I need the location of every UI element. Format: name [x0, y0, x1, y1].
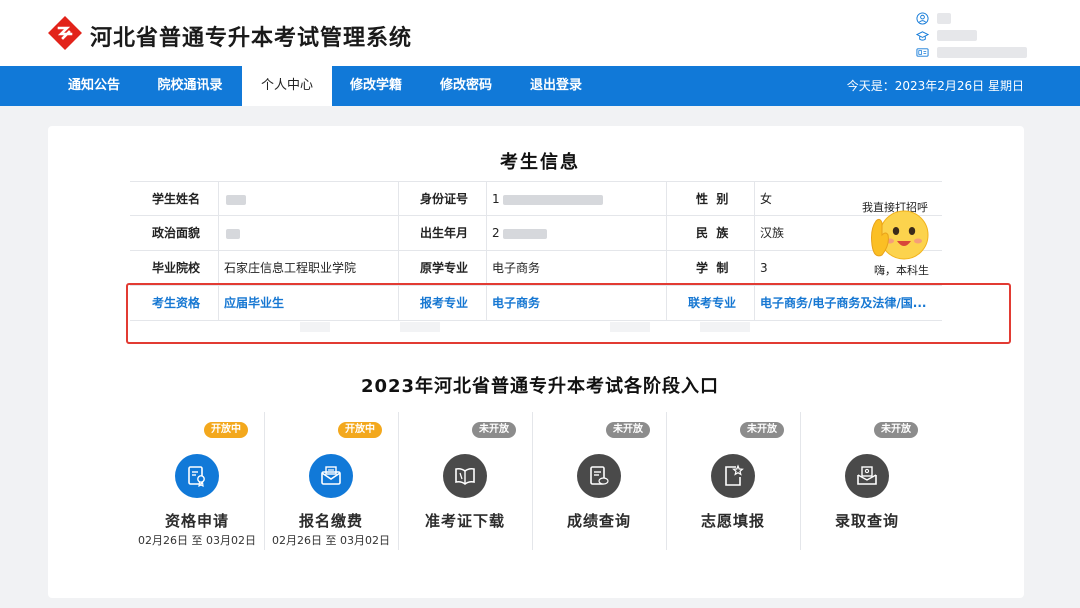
stage-registration-payment[interactable]: 开放中 报名缴费 02月26日 至 03月02日: [264, 412, 398, 550]
table-row: 学生姓名 身份证号 1 性 别 女: [130, 181, 942, 216]
status-badge: 未开放: [472, 422, 516, 438]
current-date: 今天是：2023年2月26日 星期日: [846, 79, 1024, 93]
value-gender: 女: [760, 192, 773, 206]
stage-entries: 开放中 资格申请 02月26日 至 03月02日 开放中 报名缴费 02月26日…: [130, 412, 930, 550]
main-nav: 通知公告 院校通讯录 个人中心 修改学籍 修改密码 退出登录 今天是：2023年…: [0, 66, 1080, 106]
nav-notices[interactable]: 通知公告: [56, 66, 132, 106]
stage-admission-ticket-download[interactable]: 未开放 准考证下载: [398, 412, 532, 550]
logo-icon: [48, 16, 82, 50]
label-program-length: 学 制: [696, 261, 729, 275]
highlight-box: [126, 283, 1011, 344]
political-status-redacted: [226, 228, 240, 239]
birth-date-redacted: [503, 228, 548, 239]
stages-section-title: 2023年河北省普通专升本考试各阶段入口: [360, 376, 720, 397]
stage-name: 志愿填报: [700, 512, 765, 530]
value-political-status: [226, 216, 240, 250]
status-badge: 开放中: [204, 422, 248, 438]
graduation-cap-icon: [916, 30, 929, 41]
value-birth-date: 2: [492, 216, 548, 250]
nav-personal-center[interactable]: 个人中心: [242, 66, 332, 106]
label-ethnicity: 民 族: [696, 226, 729, 240]
admission-icon: [845, 454, 889, 498]
value-original-major: 电子商务: [492, 261, 541, 275]
user-id-redacted: [937, 46, 1027, 58]
id-card-icon: [916, 47, 929, 57]
label-graduate-school: 毕业院校: [152, 261, 201, 275]
table-row: 政治面貌 出生年月 2 民 族 汉族: [130, 216, 942, 251]
label-original-major: 原学专业: [420, 261, 469, 275]
value-program-length: 3: [760, 261, 768, 275]
envelope-icon: [309, 454, 353, 498]
stage-qualification-application[interactable]: 开放中 资格申请 02月26日 至 03月02日: [130, 412, 264, 550]
value-student-name: [226, 182, 246, 216]
label-student-name: 学生姓名: [152, 192, 201, 206]
user-school-redacted: [937, 29, 977, 41]
user-icon: [916, 11, 929, 25]
stage-name: 准考证下载: [424, 512, 505, 530]
score-sheet-icon: [577, 454, 621, 498]
label-gender: 性 别: [696, 192, 729, 206]
value-ethnicity: 汉族: [760, 226, 785, 240]
value-id-number: 1: [492, 182, 604, 216]
user-info: [916, 10, 1046, 62]
page-header: 河北省普通专升本考试管理系统: [0, 0, 1080, 66]
nav-change-password[interactable]: 修改密码: [430, 66, 502, 106]
value-graduate-school: 石家庄信息工程职业学院: [224, 261, 357, 275]
book-icon: [443, 454, 487, 498]
status-badge: 未开放: [740, 422, 784, 438]
certificate-icon: [175, 454, 219, 498]
nav-school-directory[interactable]: 院校通讯录: [150, 66, 230, 106]
id-number-redacted: [503, 194, 604, 205]
info-section-title: 考生信息: [500, 152, 580, 173]
stage-dates: 02月26日 至 03月02日: [272, 534, 390, 547]
user-name-redacted: [937, 12, 951, 24]
stage-admission-inquiry[interactable]: 未开放 录取查询: [800, 412, 934, 550]
nav-edit-status[interactable]: 修改学籍: [340, 66, 412, 106]
status-badge: 未开放: [606, 422, 650, 438]
waving-emoji-icon: [871, 210, 929, 260]
stage-name: 录取查询: [834, 512, 899, 530]
stage-name: 资格申请: [164, 512, 229, 530]
stage-name: 成绩查询: [566, 512, 631, 530]
status-badge: 未开放: [874, 422, 918, 438]
stage-preference-filling[interactable]: 未开放 志愿填报: [666, 412, 800, 550]
site-title: 河北省普通专升本考试管理系统: [90, 26, 413, 51]
label-political-status: 政治面貌: [152, 226, 201, 240]
label-id-number: 身份证号: [420, 192, 469, 206]
stage-dates: 02月26日 至 03月02日: [138, 534, 256, 547]
nav-logout[interactable]: 退出登录: [520, 66, 592, 106]
sticker-caption-bottom: 嗨，本科生: [874, 264, 929, 277]
stage-score-inquiry[interactable]: 未开放 成绩查询: [532, 412, 666, 550]
label-birth-date: 出生年月: [420, 226, 469, 240]
star-form-icon: [711, 454, 755, 498]
table-row: 毕业院校 石家庄信息工程职业学院 原学专业 电子商务 学 制 3: [130, 251, 942, 286]
student-name-redacted: [226, 194, 246, 205]
status-badge: 开放中: [338, 422, 382, 438]
stage-name: 报名缴费: [298, 512, 363, 530]
